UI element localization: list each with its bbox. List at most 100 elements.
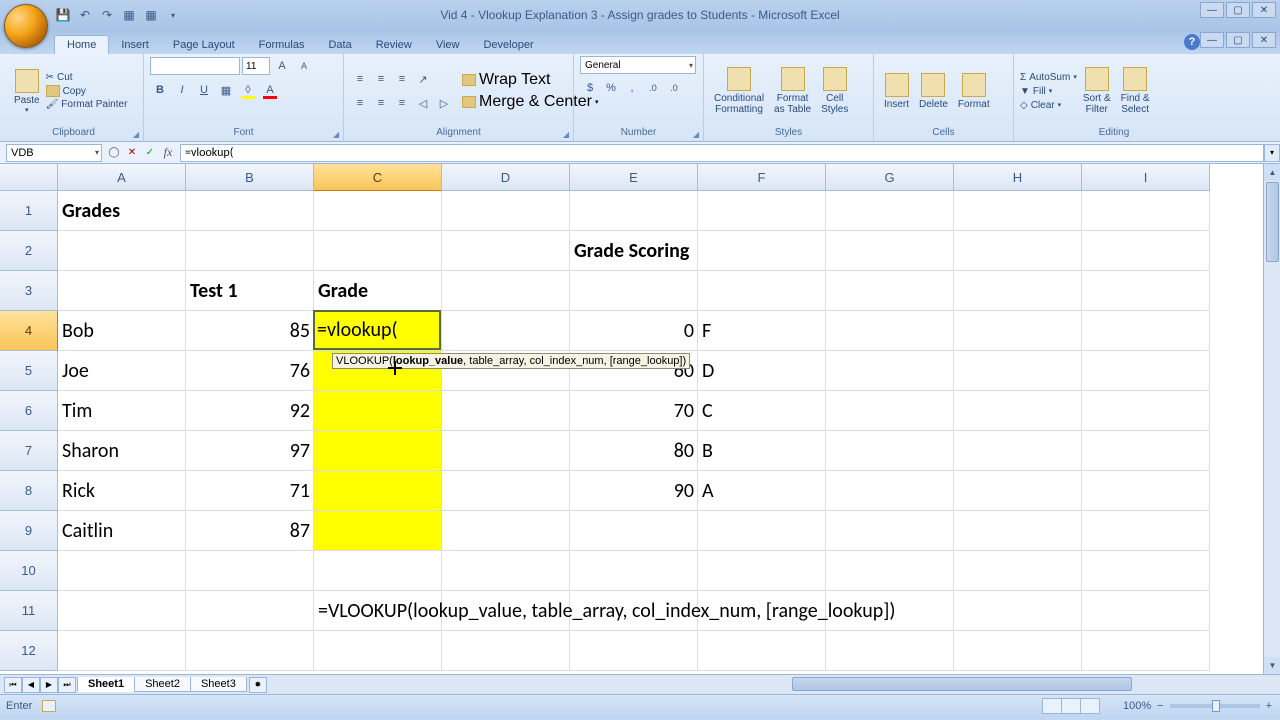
row-header[interactable]: 12: [0, 631, 58, 671]
dialog-launcher-icon[interactable]: ◢: [330, 128, 342, 140]
highlighted-cell[interactable]: [314, 391, 442, 431]
column-header[interactable]: E: [570, 164, 698, 191]
help-icon[interactable]: ?: [1184, 34, 1200, 50]
normal-view-button[interactable]: [1042, 698, 1062, 714]
column-header[interactable]: C: [314, 164, 442, 191]
prev-sheet-button[interactable]: ◀: [22, 677, 40, 693]
comma-icon[interactable]: ,: [622, 78, 642, 98]
cell-A5[interactable]: Joe: [58, 351, 186, 391]
cell-B6[interactable]: 92: [186, 391, 314, 431]
scrollbar-thumb[interactable]: [1266, 182, 1279, 262]
insert-function-button[interactable]: fx: [160, 145, 176, 161]
italic-button[interactable]: I: [172, 80, 192, 100]
cell-A7[interactable]: Sharon: [58, 431, 186, 471]
sheet-tab-sheet3[interactable]: Sheet3: [190, 677, 247, 692]
workbook-minimize-button[interactable]: —: [1200, 32, 1224, 48]
clear-button[interactable]: ◇Clear ▾: [1020, 100, 1077, 111]
row-header[interactable]: 7: [0, 431, 58, 471]
vertical-scrollbar[interactable]: ▲ ▼: [1263, 164, 1280, 674]
select-all-corner[interactable]: [0, 164, 58, 191]
scroll-up-icon[interactable]: ▲: [1264, 164, 1280, 181]
zoom-in-button[interactable]: +: [1266, 700, 1272, 712]
cell-B4[interactable]: 85: [186, 311, 314, 351]
cell-F5[interactable]: D: [698, 351, 826, 391]
dialog-launcher-icon[interactable]: ◢: [690, 128, 702, 140]
row-header[interactable]: 2: [0, 231, 58, 271]
number-format-combo[interactable]: General: [580, 56, 696, 74]
zoom-thumb[interactable]: [1212, 700, 1220, 712]
zoom-out-button[interactable]: −: [1157, 700, 1163, 712]
paste-button[interactable]: Paste ▾: [10, 67, 44, 116]
sheet-tab-sheet2[interactable]: Sheet2: [134, 677, 191, 692]
dialog-launcher-icon[interactable]: ◢: [130, 128, 142, 140]
scroll-down-icon[interactable]: ▼: [1264, 657, 1280, 674]
increase-font-icon[interactable]: A: [272, 56, 292, 76]
cell-B9[interactable]: 87: [186, 511, 314, 551]
insert-cells-button[interactable]: Insert: [880, 71, 913, 112]
align-center-icon[interactable]: ≡: [371, 93, 391, 113]
format-painter-button[interactable]: 🖌Format Painter: [46, 99, 128, 110]
workbook-close-button[interactable]: ✕: [1252, 32, 1276, 48]
conditional-formatting-button[interactable]: Conditional Formatting: [710, 65, 768, 117]
new-sheet-button[interactable]: ✸: [249, 677, 267, 693]
name-box[interactable]: VDB: [6, 144, 102, 162]
percent-icon[interactable]: %: [601, 78, 621, 98]
column-header[interactable]: B: [186, 164, 314, 191]
bold-button[interactable]: B: [150, 80, 170, 100]
delete-cells-button[interactable]: Delete: [915, 71, 952, 112]
row-header[interactable]: 11: [0, 591, 58, 631]
cancel-formula-button[interactable]: ✕: [124, 145, 140, 161]
next-sheet-button[interactable]: ▶: [40, 677, 58, 693]
find-select-button[interactable]: Find & Select: [1117, 65, 1154, 117]
zoom-slider[interactable]: [1170, 704, 1260, 708]
save-icon[interactable]: 💾: [54, 6, 72, 24]
active-cell[interactable]: =vlookup(: [313, 310, 441, 350]
row-header[interactable]: 5: [0, 351, 58, 391]
qat-customize-icon[interactable]: ▾: [164, 6, 182, 24]
cell-F7[interactable]: B: [698, 431, 826, 471]
format-as-table-button[interactable]: Format as Table: [770, 65, 815, 117]
horizontal-scrollbar[interactable]: [772, 676, 1262, 692]
highlighted-cell[interactable]: [314, 471, 442, 511]
cell-F6[interactable]: C: [698, 391, 826, 431]
scrollbar-thumb[interactable]: [792, 677, 1132, 691]
tab-data[interactable]: Data: [316, 36, 363, 54]
page-break-view-button[interactable]: [1080, 698, 1100, 714]
cell-B7[interactable]: 97: [186, 431, 314, 471]
row-header[interactable]: 9: [0, 511, 58, 551]
workbook-restore-button[interactable]: ▢: [1226, 32, 1250, 48]
qat-btn[interactable]: ▦: [120, 6, 138, 24]
fill-color-button[interactable]: ◊: [238, 80, 258, 100]
cell-E8[interactable]: 90: [570, 471, 698, 511]
font-family-combo[interactable]: [150, 57, 240, 75]
tab-developer[interactable]: Developer: [471, 36, 545, 54]
decrease-decimal-icon[interactable]: .0: [664, 78, 684, 98]
column-header[interactable]: I: [1082, 164, 1210, 191]
align-left-icon[interactable]: ≡: [350, 93, 370, 113]
tab-review[interactable]: Review: [364, 36, 424, 54]
minimize-button[interactable]: —: [1200, 2, 1224, 18]
cell-E7[interactable]: 80: [570, 431, 698, 471]
cell-C3[interactable]: Grade: [314, 271, 442, 311]
cut-button[interactable]: ✂Cut: [46, 72, 128, 83]
cell-A8[interactable]: Rick: [58, 471, 186, 511]
office-button[interactable]: [4, 4, 48, 48]
cell-A6[interactable]: Tim: [58, 391, 186, 431]
column-header[interactable]: F: [698, 164, 826, 191]
align-middle-icon[interactable]: ≡: [371, 69, 391, 89]
last-sheet-button[interactable]: ⏭: [58, 677, 76, 693]
undo-icon[interactable]: ↶: [76, 6, 94, 24]
maximize-button[interactable]: ▢: [1226, 2, 1250, 18]
sheet-tab-sheet1[interactable]: Sheet1: [77, 677, 135, 692]
enter-formula-button[interactable]: ✓: [142, 145, 158, 161]
cell-C11[interactable]: =VLOOKUP(lookup_value, table_array, col_…: [314, 591, 1210, 631]
decrease-indent-icon[interactable]: ◁: [413, 93, 433, 113]
cell-F4[interactable]: F: [698, 311, 826, 351]
tab-insert[interactable]: Insert: [109, 36, 161, 54]
row-header[interactable]: 8: [0, 471, 58, 511]
decrease-font-icon[interactable]: A: [294, 56, 314, 76]
cell-B5[interactable]: 76: [186, 351, 314, 391]
highlighted-cell[interactable]: [314, 431, 442, 471]
currency-icon[interactable]: $: [580, 78, 600, 98]
cell-E2[interactable]: Grade Scoring: [570, 231, 826, 271]
